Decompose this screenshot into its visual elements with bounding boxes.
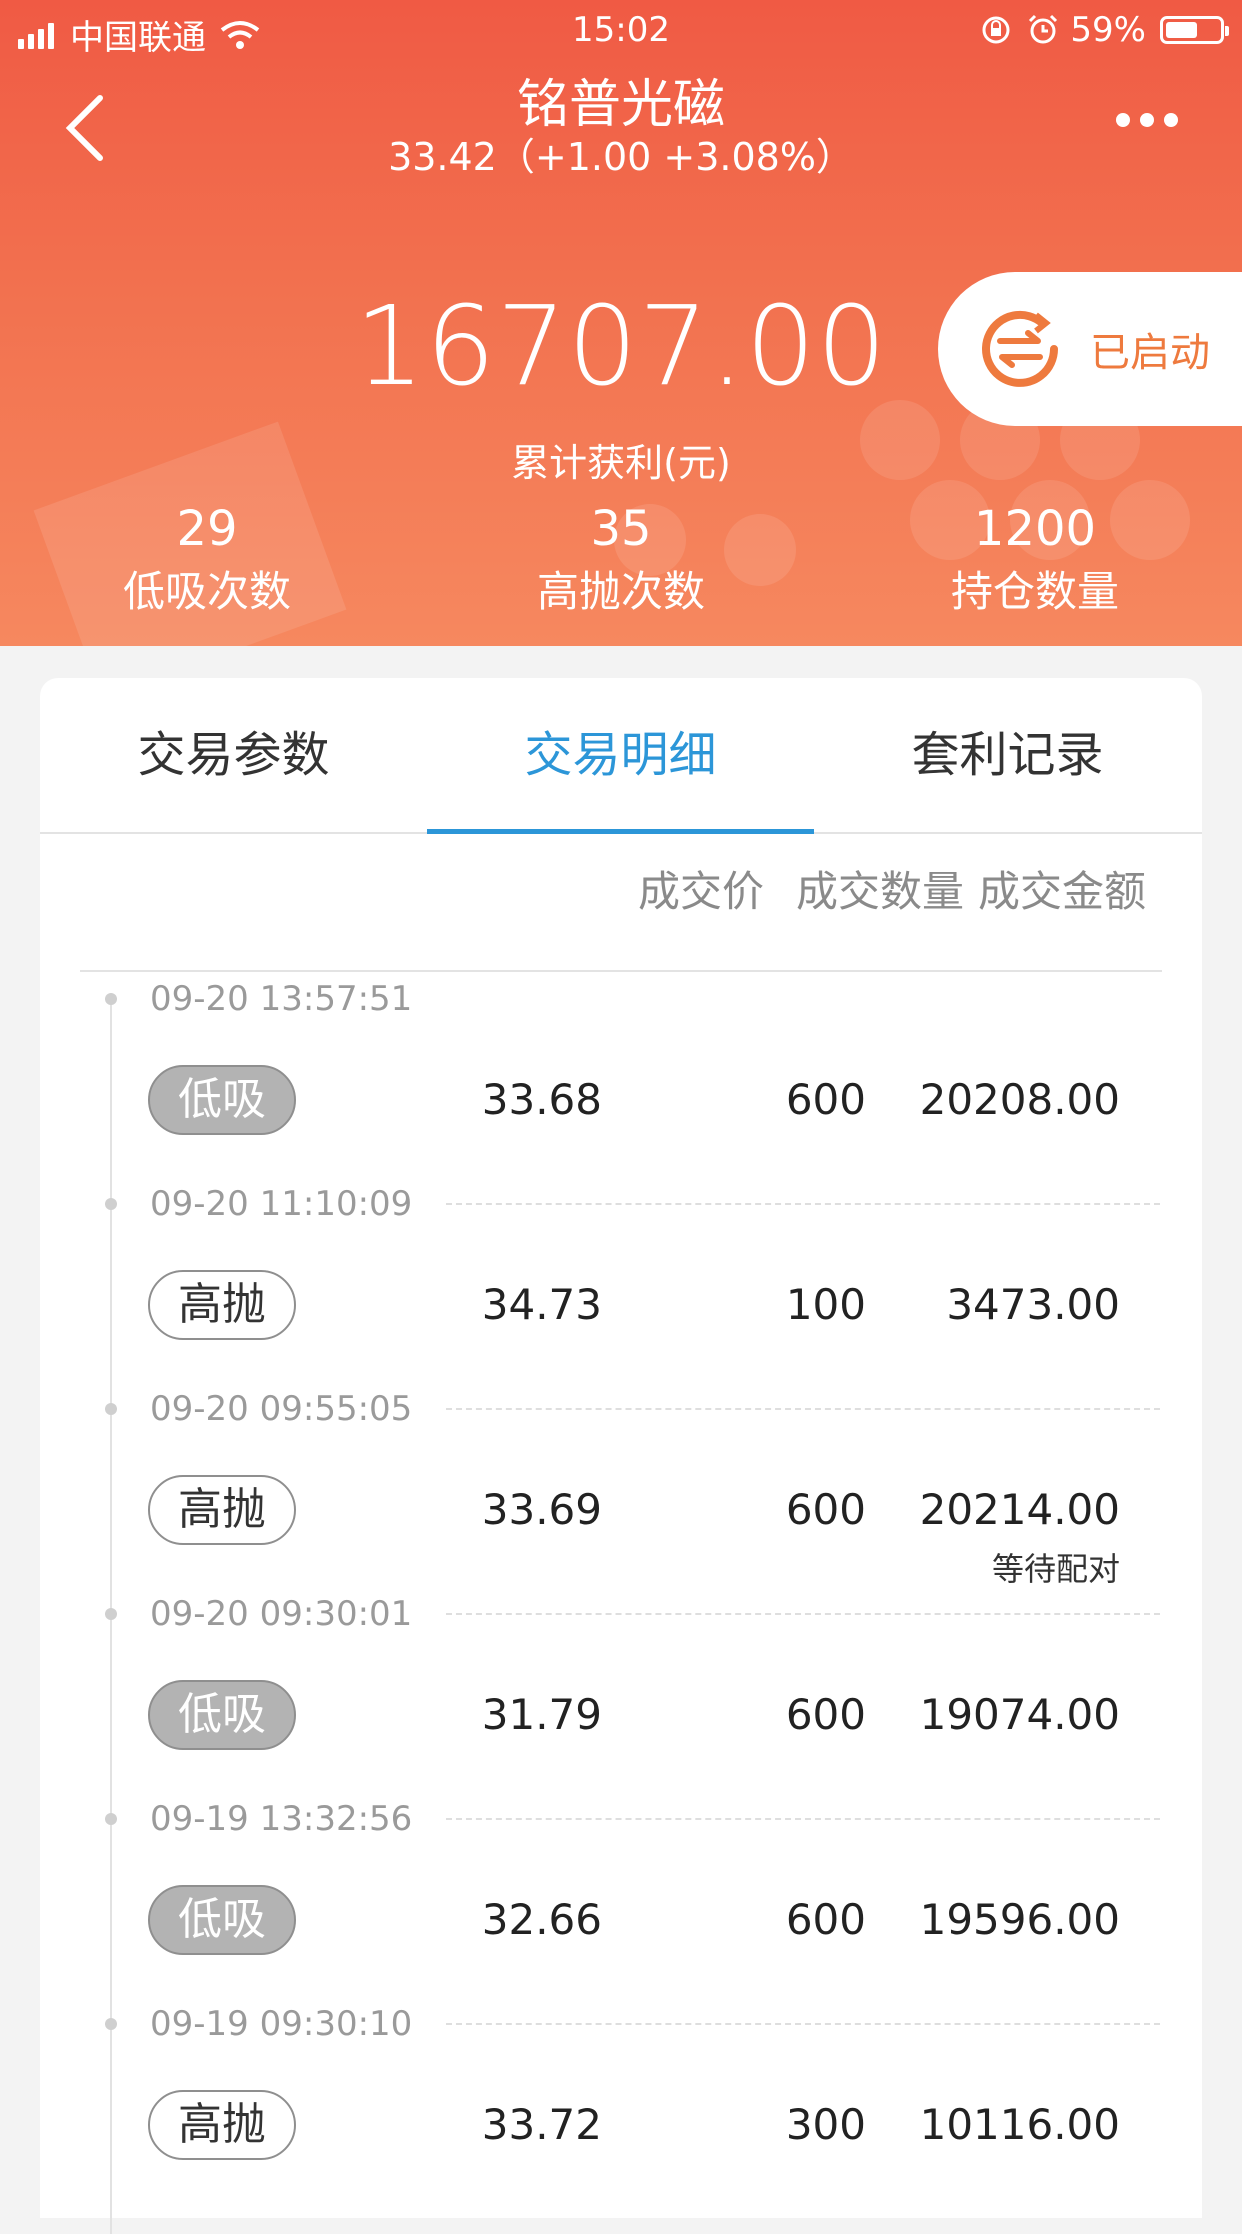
stat-value: 29 — [176, 501, 238, 557]
row-divider — [446, 1408, 1160, 1410]
trade-amount: 19596.00 — [919, 1895, 1120, 1944]
timeline-dot — [105, 1198, 117, 1210]
summary-header: 中国联通 15:02 59% 铭普光磁 33.42（+1.00 +3.08%） … — [0, 0, 1242, 646]
trade-time: 09-20 11:10:09 — [150, 1184, 413, 1224]
status-bar: 中国联通 15:02 59% — [0, 0, 1242, 62]
trade-type-badge: 高抛 — [148, 2090, 296, 2160]
row-divider — [446, 1203, 1160, 1205]
more-options-icon[interactable] — [1116, 112, 1188, 136]
trade-amount: 19074.00 — [919, 1690, 1120, 1739]
stat-label: 高抛次数 — [536, 567, 705, 616]
trade-time: 09-20 09:30:01 — [150, 1594, 413, 1634]
row-divider — [446, 1613, 1160, 1615]
rotation-lock-icon — [982, 16, 1010, 44]
trade-type-badge: 低吸 — [148, 1885, 296, 1955]
trade-qty: 600 — [785, 1895, 866, 1944]
row-divider — [446, 2023, 1160, 2025]
timeline-dot — [105, 1813, 117, 1825]
trade-time: 09-20 09:55:05 — [150, 1389, 413, 1429]
trade-amount: 10116.00 — [919, 2100, 1120, 2149]
stat-high-sell: 35 高抛次数 — [414, 498, 828, 624]
trade-type-badge: 高抛 — [148, 1270, 296, 1340]
table-row[interactable]: 09-20 09:30:01 低吸 31.79 600 19074.00 — [40, 1587, 1202, 1792]
table-row[interactable]: 09-20 09:55:05 高抛 33.69 600 20214.00 等待配对 — [40, 1382, 1202, 1588]
strategy-status-button[interactable]: 已启动 — [938, 272, 1242, 426]
exchange-icon — [982, 310, 1058, 387]
strategy-status-label: 已启动 — [1090, 330, 1210, 376]
trade-type-badge: 高抛 — [148, 1475, 296, 1545]
stat-value: 1200 — [973, 501, 1097, 557]
trade-time: 09-20 13:57:51 — [150, 979, 413, 1019]
stock-quote: 33.42（+1.00 +3.08%） — [388, 135, 854, 179]
trade-note: 等待配对 — [991, 1550, 1120, 1588]
trade-price: 33.69 — [481, 1485, 602, 1534]
battery-percent: 59% — [1070, 10, 1146, 50]
trade-qty: 100 — [785, 1280, 866, 1329]
trade-amount: 20214.00 — [919, 1485, 1120, 1534]
stat-low-buy: 29 低吸次数 — [0, 498, 414, 624]
stat-value: 35 — [590, 501, 652, 557]
table-row[interactable]: 09-19 13:32:56 低吸 32.66 600 19596.00 — [40, 1792, 1202, 1997]
stat-label: 低吸次数 — [122, 567, 291, 616]
trade-time: 09-19 13:32:56 — [150, 1799, 413, 1839]
trade-qty: 600 — [785, 1075, 866, 1124]
timeline-dot — [105, 1403, 117, 1415]
table-row[interactable]: 09-20 13:57:51 低吸 33.68 600 20208.00 — [40, 972, 1202, 1177]
stats-row: 29 低吸次数 35 高抛次数 1200 持仓数量 — [0, 498, 1242, 624]
trade-qty: 300 — [785, 2100, 866, 2149]
trade-amount: 3473.00 — [946, 1280, 1120, 1329]
trade-price: 34.73 — [481, 1280, 602, 1329]
timeline-dot — [105, 993, 117, 1005]
tab-trade-details[interactable]: 交易明细 — [427, 678, 814, 834]
timeline-dot — [105, 2018, 117, 2030]
trade-list: 09-20 13:57:51 低吸 33.68 600 20208.00 09-20 11… — [40, 972, 1202, 2202]
details-card: 交易参数 交易明细 套利记录 成交价 成交数量 成交金额 09-20 13:57… — [40, 678, 1202, 2234]
trade-price: 31.79 — [481, 1690, 602, 1739]
trade-time: 09-19 09:30:10 — [150, 2004, 413, 2044]
battery-icon — [1160, 16, 1229, 44]
trade-price: 33.68 — [481, 1075, 602, 1124]
stat-label: 持仓数量 — [950, 567, 1119, 616]
table-row[interactable]: 09-20 11:10:09 高抛 34.73 100 3473.00 — [40, 1177, 1202, 1382]
trade-price: 32.66 — [481, 1895, 602, 1944]
trade-type-badge: 低吸 — [148, 1680, 296, 1750]
header-amount: 成交金额 — [977, 867, 1146, 916]
trade-price: 33.72 — [481, 2100, 602, 2149]
trade-qty: 600 — [785, 1485, 866, 1534]
trade-type-badge: 低吸 — [148, 1065, 296, 1135]
tab-arbitrage-records[interactable]: 套利记录 — [814, 678, 1201, 832]
row-divider — [446, 1818, 1160, 1820]
alarm-icon — [1029, 14, 1058, 44]
tab-trade-params[interactable]: 交易参数 — [40, 678, 427, 832]
trade-qty: 600 — [785, 1690, 866, 1739]
stat-position: 1200 持仓数量 — [828, 498, 1242, 624]
cumulative-profit-label: 累计获利(元) — [511, 441, 731, 485]
trade-amount: 20208.00 — [919, 1075, 1120, 1124]
table-row[interactable]: 09-19 09:30:10 高抛 33.72 300 10116.00 — [40, 1997, 1202, 2202]
header-price: 成交价 — [637, 867, 764, 916]
tab-bar: 交易参数 交易明细 套利记录 — [40, 678, 1202, 834]
header-qty: 成交数量 — [795, 867, 964, 916]
table-header: 成交价 成交数量 成交金额 — [40, 834, 1202, 950]
timeline-dot — [105, 1608, 117, 1620]
